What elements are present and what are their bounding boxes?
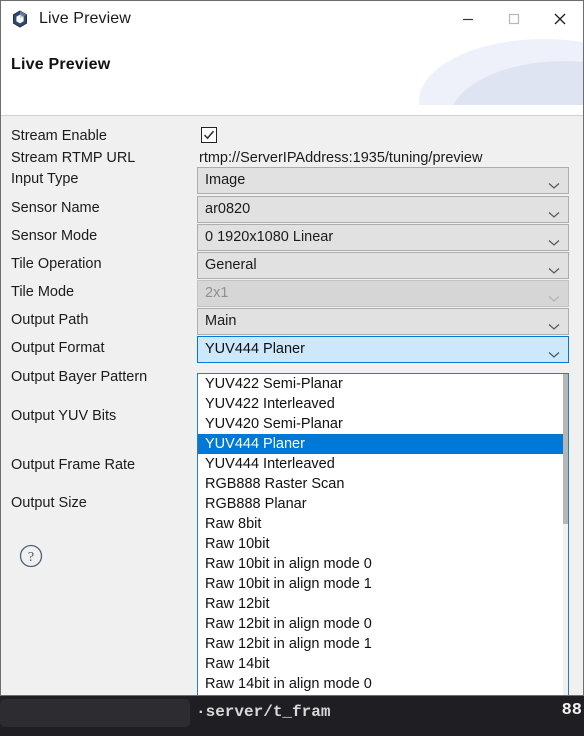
svg-text:?: ? <box>28 550 34 565</box>
form-row-tile-mode: Tile Mode 2x1 <box>1 280 583 308</box>
form-row-output-path: Output Path Main <box>1 308 583 336</box>
label-output-size: Output Size <box>11 495 87 511</box>
label-sensor-name: Sensor Name <box>11 200 100 216</box>
help-question-icon: ? <box>19 544 43 568</box>
chevron-down-icon <box>548 206 560 224</box>
label-output-bayer-pattern: Output Bayer Pattern <box>11 369 148 385</box>
dropdown-scrollbar-thumb[interactable] <box>563 374 568 524</box>
taskbar-chip[interactable] <box>0 699 190 727</box>
dropdown-item[interactable]: YUV422 Semi-Planar <box>198 374 568 394</box>
chevron-down-icon <box>548 262 560 280</box>
dropdown-scrollbar-track[interactable] <box>563 374 568 695</box>
dropdown-item[interactable]: Raw 14bit <box>198 654 568 674</box>
header-decoration-mask <box>1 105 583 115</box>
dropdown-item[interactable]: Raw 10bit in align mode 0 <box>198 554 568 574</box>
dropdown-item[interactable]: Raw 8bit <box>198 514 568 534</box>
label-output-path: Output Path <box>11 312 89 328</box>
dropdown-item[interactable]: Raw 14bit in align mode 1 <box>198 694 568 695</box>
maximize-icon <box>508 13 520 25</box>
dropdown-item[interactable]: YUV444 Interleaved <box>198 454 568 474</box>
output-path-value: Main <box>205 313 237 329</box>
chevron-down-icon <box>548 234 560 252</box>
label-sensor-mode: Sensor Mode <box>11 228 98 244</box>
dropdown-item[interactable]: Raw 12bit in align mode 0 <box>198 614 568 634</box>
dropdown-item[interactable]: RGB888 Planar <box>198 494 568 514</box>
dropdown-item[interactable]: Raw 12bit <box>198 594 568 614</box>
dropdown-item[interactable]: RGB888 Raster Scan <box>198 474 568 494</box>
tile-operation-value: General <box>205 257 257 273</box>
minimize-button[interactable] <box>445 1 491 37</box>
dropdown-item[interactable]: Raw 12bit in align mode 1 <box>198 634 568 654</box>
sensor-name-value: ar0820 <box>205 201 251 217</box>
sensor-mode-value: 0 1920x1080 Linear <box>205 229 334 245</box>
dropdown-item[interactable]: Raw 10bit in align mode 1 <box>198 574 568 594</box>
label-stream-enable: Stream Enable <box>11 128 107 144</box>
dropdown-item[interactable]: YUV422 Interleaved <box>198 394 568 414</box>
close-icon <box>554 13 566 25</box>
maximize-button[interactable] <box>491 1 537 37</box>
chevron-down-icon <box>548 177 560 195</box>
form-row-output-format: Output Format YUV444 Planer <box>1 336 583 364</box>
label-stream-rtmp-url: Stream RTMP URL <box>11 150 136 166</box>
checkmark-icon <box>203 130 215 140</box>
output-format-dropdown-list[interactable]: YUV422 Semi-Planar YUV422 Interleaved YU… <box>197 373 569 695</box>
window-title: Live Preview <box>39 10 131 27</box>
dropdown-item-selected[interactable]: YUV444 Planer <box>198 434 568 454</box>
form-row-tile-operation: Tile Operation General <box>1 252 583 280</box>
label-input-type: Input Type <box>11 171 79 187</box>
form-row-sensor-name: Sensor Name ar0820 <box>1 196 583 224</box>
input-type-value: Image <box>205 172 246 188</box>
tile-mode-value: 2x1 <box>205 285 229 301</box>
title-bar[interactable]: Live Preview <box>1 1 583 37</box>
dialog-header-band: Live Preview <box>1 37 583 116</box>
output-format-value: YUV444 Planer <box>205 341 305 357</box>
app-hexagon-icon <box>11 10 29 28</box>
chevron-down-icon <box>548 318 560 336</box>
help-button[interactable]: ? <box>18 543 44 569</box>
label-output-format: Output Format <box>11 340 105 356</box>
dropdown-item[interactable]: YUV420 Semi-Planar <box>198 414 568 434</box>
form-row-sensor-mode: Sensor Mode 0 1920x1080 Linear <box>1 224 583 252</box>
stream-enable-checkbox[interactable] <box>201 127 217 143</box>
output-format-combobox[interactable]: YUV444 Planer <box>197 336 569 363</box>
taskbar-path-text: ·server/t_fram <box>196 703 331 721</box>
close-button[interactable] <box>537 1 583 37</box>
chevron-down-icon <box>548 290 560 308</box>
tile-operation-combobox[interactable]: General <box>197 252 569 279</box>
sensor-name-combobox[interactable]: ar0820 <box>197 196 569 223</box>
dropdown-item[interactable]: Raw 14bit in align mode 0 <box>198 674 568 694</box>
page-title: Live Preview <box>11 56 111 73</box>
output-path-combobox[interactable]: Main <box>197 308 569 335</box>
taskbar-right-fragment: 88 <box>561 701 582 720</box>
form-row-input-type: Input Type Image <box>1 167 583 195</box>
label-tile-operation: Tile Operation <box>11 256 102 272</box>
live-preview-dialog: Live Preview Live Preview Stream Enable … <box>0 0 584 696</box>
sensor-mode-combobox[interactable]: 0 1920x1080 Linear <box>197 224 569 251</box>
dropdown-item[interactable]: Raw 10bit <box>198 534 568 554</box>
stream-rtmp-url-value[interactable]: rtmp://ServerIPAddress:1935/tuning/previ… <box>199 150 482 166</box>
input-type-combobox[interactable]: Image <box>197 167 569 194</box>
minimize-icon <box>463 18 473 21</box>
chevron-down-icon <box>548 346 560 364</box>
label-tile-mode: Tile Mode <box>11 284 75 300</box>
label-output-frame-rate: Output Frame Rate <box>11 457 136 473</box>
tile-mode-combobox: 2x1 <box>197 280 569 307</box>
label-output-yuv-bits: Output YUV Bits <box>11 408 117 424</box>
